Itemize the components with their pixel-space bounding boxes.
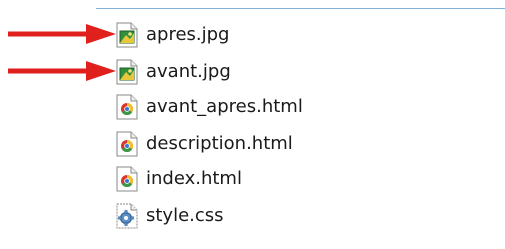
chrome-html-file-icon [112, 128, 140, 158]
file-item-apres-jpg[interactable]: apres.jpg [112, 18, 230, 50]
file-name: style.css [146, 204, 224, 226]
file-name: description.html [146, 132, 293, 154]
chrome-html-file-icon [112, 163, 140, 193]
file-item-avant-apres-html[interactable]: avant_apres.html [112, 90, 303, 122]
image-file-icon [112, 56, 140, 86]
file-name: avant.jpg [146, 60, 231, 82]
file-name: index.html [146, 167, 242, 189]
annotation-arrow-icon [8, 61, 116, 81]
file-item-description-html[interactable]: description.html [112, 127, 293, 159]
file-item-style-css[interactable]: style.css [112, 199, 224, 231]
chrome-html-file-icon [112, 91, 140, 121]
css-gear-file-icon [112, 200, 140, 230]
annotation-arrow-icon [8, 24, 116, 44]
file-item-avant-jpg[interactable]: avant.jpg [112, 55, 231, 87]
file-name: apres.jpg [146, 23, 230, 45]
file-item-index-html[interactable]: index.html [112, 162, 242, 194]
image-file-icon [112, 19, 140, 49]
file-name: avant_apres.html [146, 95, 303, 117]
